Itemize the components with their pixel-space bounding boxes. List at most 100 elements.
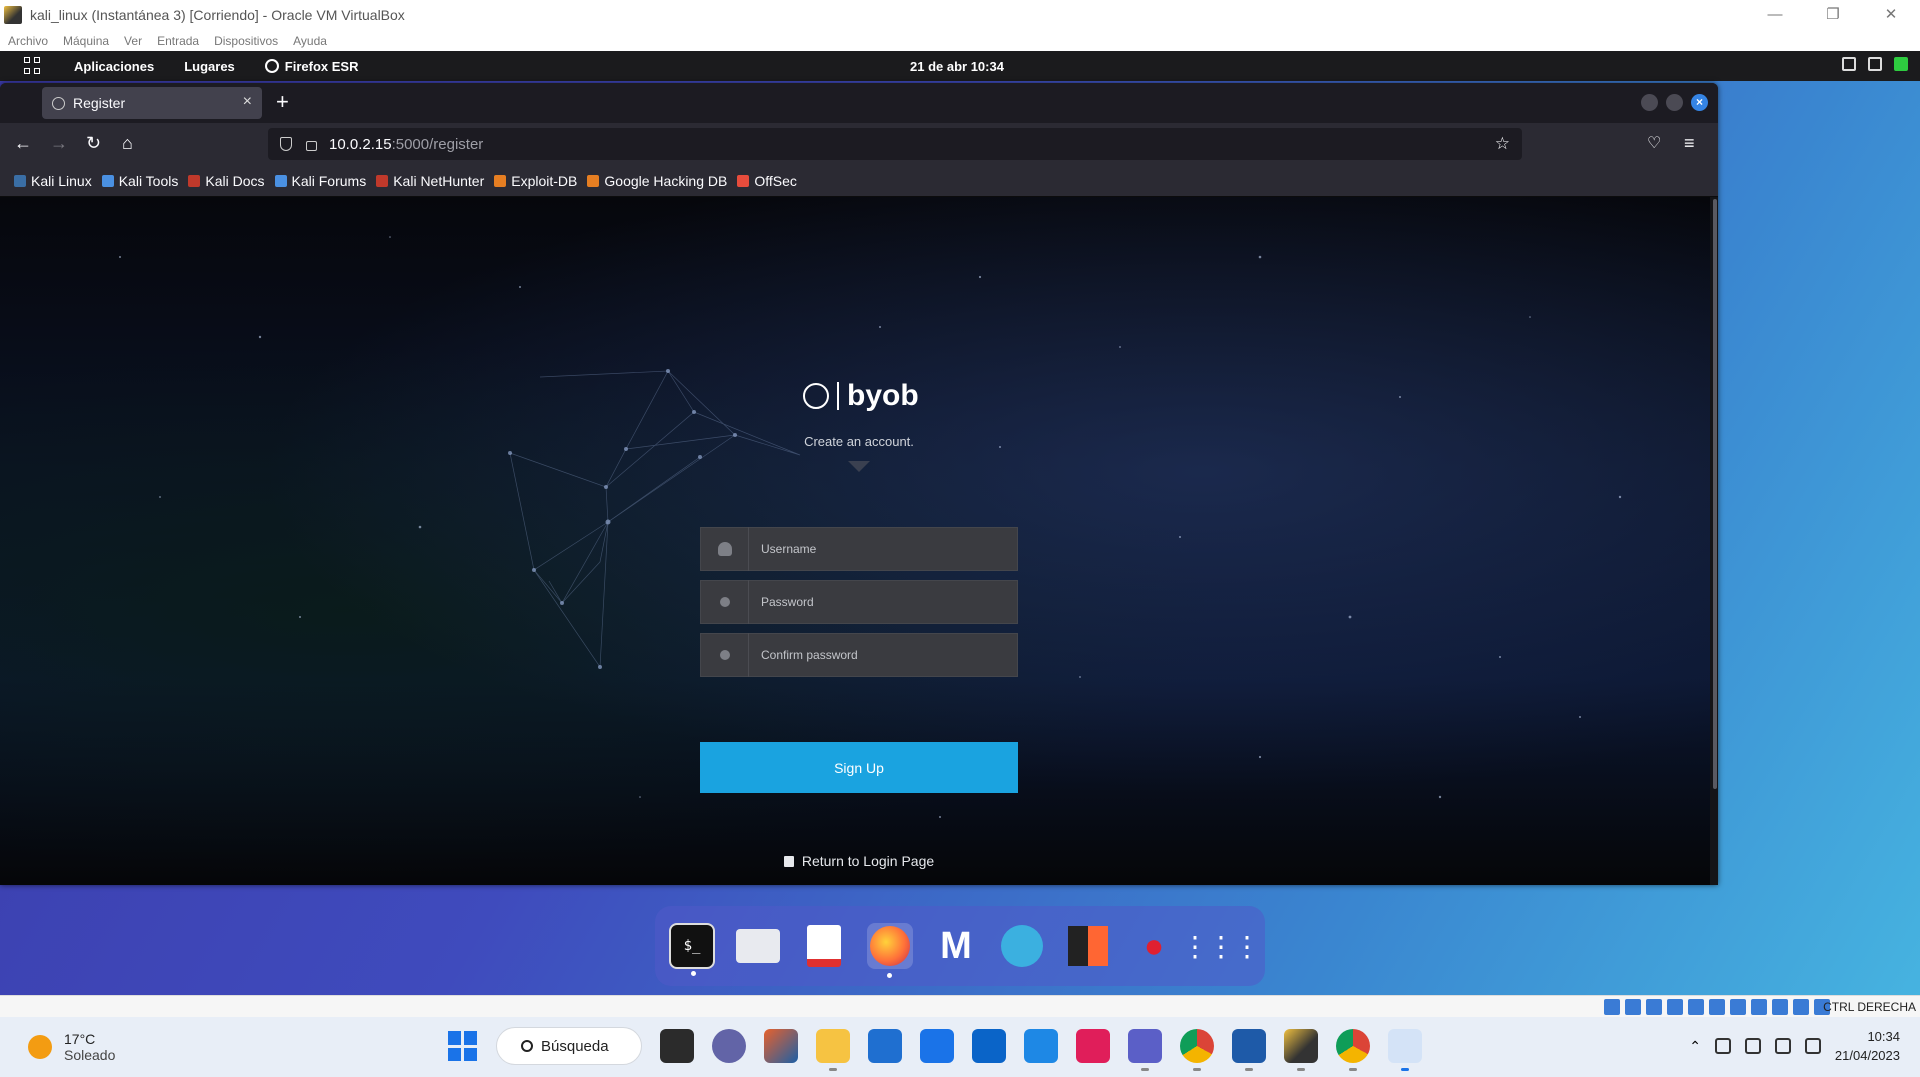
battery-icon[interactable]	[1894, 57, 1908, 71]
dock-firefox[interactable]	[867, 923, 913, 978]
kali-nethunter-icon	[376, 174, 389, 187]
url-bar[interactable]: 10.0.2.15:5000/register ☆	[268, 128, 1522, 160]
bookmark-kali-tools[interactable]: Kali Tools	[101, 173, 178, 189]
lock-icon[interactable]	[306, 141, 317, 151]
firefox-close-button[interactable]: ×	[1691, 94, 1708, 111]
firefox-minimize-button[interactable]	[1641, 94, 1658, 111]
network-icon[interactable]	[1667, 999, 1683, 1015]
mail-icon[interactable]	[920, 1029, 954, 1063]
menu-archivo[interactable]: Archivo	[8, 34, 48, 48]
dock-wireshark[interactable]	[999, 923, 1045, 969]
weather-widget[interactable]: 17°C Soleado	[28, 1031, 115, 1063]
taskbar-clock[interactable]: 10:34 21/04/2023	[1835, 1027, 1900, 1065]
tracking-shield-icon[interactable]	[280, 137, 292, 151]
kali-vm-icon[interactable]	[1284, 1029, 1318, 1071]
back-arrow-icon[interactable]: ←	[14, 133, 32, 154]
display-icon[interactable]	[1842, 57, 1856, 71]
slack-icon[interactable]	[1076, 1029, 1110, 1063]
close-button[interactable]: ✕	[1862, 0, 1920, 30]
tab-close-icon[interactable]: ×	[243, 93, 252, 111]
menu-ver[interactable]: Ver	[124, 34, 142, 48]
dock-cherrytree[interactable]: ●	[1131, 923, 1177, 969]
key-icon	[701, 633, 749, 677]
outlook-icon[interactable]	[972, 1029, 1006, 1063]
volume-muted-icon[interactable]	[1868, 57, 1882, 71]
display-icon[interactable]	[1730, 999, 1746, 1015]
audio-icon[interactable]	[1646, 999, 1662, 1015]
bookmark-label: Google Hacking DB	[604, 172, 728, 189]
search-box[interactable]: Búsqueda	[496, 1027, 642, 1065]
chevron-up-icon[interactable]: ⌃	[1689, 1038, 1701, 1055]
apps-grid-icon[interactable]	[24, 57, 42, 75]
gnome-clock[interactable]: 21 de abr 10:34	[910, 59, 1004, 74]
teams-icon[interactable]	[1128, 1029, 1162, 1071]
teams-chat-icon[interactable]	[712, 1029, 746, 1063]
user-icon	[701, 527, 749, 571]
hamburger-menu-icon[interactable]: ≡	[1684, 133, 1695, 154]
hdd-icon[interactable]	[1604, 999, 1620, 1015]
bookmark-label: Kali NetHunter	[393, 172, 485, 189]
confirm-password-input[interactable]	[749, 634, 1017, 676]
start-button[interactable]	[448, 1031, 478, 1061]
bookmark-kali-nethunter[interactable]: Kali NetHunter	[376, 173, 484, 189]
dock-terminal[interactable]: $_	[669, 923, 715, 976]
home-icon[interactable]: ⌂	[122, 133, 133, 154]
battery-icon[interactable]	[1804, 1038, 1821, 1054]
mouse-integration-icon[interactable]	[1793, 999, 1809, 1015]
task-view-icon[interactable]	[660, 1029, 694, 1063]
dock-show-apps[interactable]: ⋮⋮⋮	[1181, 923, 1261, 969]
tab-register[interactable]: Register ×	[42, 87, 262, 119]
chrome-profile-icon[interactable]	[1336, 1029, 1370, 1071]
bookmark-offsec[interactable]: OffSec	[737, 173, 797, 189]
chrome-icon[interactable]	[1180, 1029, 1214, 1071]
firefox-taskitem[interactable]: Firefox ESR	[264, 59, 358, 74]
pocket-icon[interactable]: ♡	[1647, 133, 1661, 153]
vscode-icon[interactable]	[1024, 1029, 1058, 1063]
bookmark-kali-linux[interactable]: Kali Linux	[14, 173, 92, 189]
new-tab-button[interactable]: +	[276, 89, 289, 115]
bookmark-google-hacking-db[interactable]: Google Hacking DB	[587, 173, 727, 189]
microsoft-store-icon[interactable]	[868, 1029, 902, 1063]
snipping-tool-icon[interactable]	[1388, 1029, 1422, 1071]
bookmark-kali-docs[interactable]: Kali Docs	[188, 173, 265, 189]
dock-text-editor[interactable]	[801, 923, 847, 969]
wifi-icon[interactable]	[1744, 1038, 1761, 1054]
reload-icon[interactable]: ↻	[86, 133, 101, 154]
dock-burpsuite[interactable]	[1065, 923, 1111, 969]
recording-icon[interactable]	[1751, 999, 1767, 1015]
applications-menu[interactable]: Aplicaciones	[74, 59, 154, 74]
places-menu[interactable]: Lugares	[184, 59, 235, 74]
bookmark-label: Kali Forums	[291, 172, 367, 189]
virtualbox-status-icons	[1604, 999, 1830, 1015]
return-to-login-link[interactable]: Return to Login Page	[0, 853, 1718, 869]
file-explorer-icon[interactable]	[816, 1029, 850, 1071]
minimize-button[interactable]: —	[1746, 0, 1804, 30]
bookmark-exploit-db[interactable]: Exploit-DB	[494, 173, 577, 189]
dock-metasploit[interactable]: M	[933, 923, 979, 969]
restore-button[interactable]: ❐	[1804, 0, 1862, 30]
dock-files[interactable]	[735, 923, 781, 969]
files-icon	[736, 929, 780, 963]
sign-up-button[interactable]: Sign Up	[700, 742, 1018, 793]
bookmark-label: OffSec	[754, 172, 797, 189]
menu-dispositivos[interactable]: Dispositivos	[214, 34, 278, 48]
forward-arrow-icon[interactable]: →	[50, 133, 68, 154]
optical-drive-icon[interactable]	[1625, 999, 1641, 1015]
menu-ayuda[interactable]: Ayuda	[293, 34, 327, 48]
url-text[interactable]: 10.0.2.15:5000/register	[329, 136, 483, 153]
password-input[interactable]	[749, 581, 1017, 623]
page-scrollbar[interactable]	[1710, 197, 1718, 885]
menu-maquina[interactable]: Máquina	[63, 34, 109, 48]
bookmark-kali-forums[interactable]: Kali Forums	[274, 172, 367, 189]
bookmark-star-icon[interactable]: ☆	[1495, 134, 1510, 154]
shared-folders-icon[interactable]	[1709, 999, 1725, 1015]
firefox-maximize-button[interactable]	[1666, 94, 1683, 111]
cpu-icon[interactable]	[1772, 999, 1788, 1015]
sync-icon[interactable]	[1714, 1038, 1731, 1054]
username-input[interactable]	[749, 528, 1017, 570]
usb-icon[interactable]	[1688, 999, 1704, 1015]
menu-entrada[interactable]: Entrada	[157, 34, 199, 48]
virtualbox-icon[interactable]	[1232, 1029, 1266, 1071]
volume-muted-icon[interactable]	[1774, 1038, 1791, 1054]
matlab-icon[interactable]	[764, 1029, 798, 1063]
